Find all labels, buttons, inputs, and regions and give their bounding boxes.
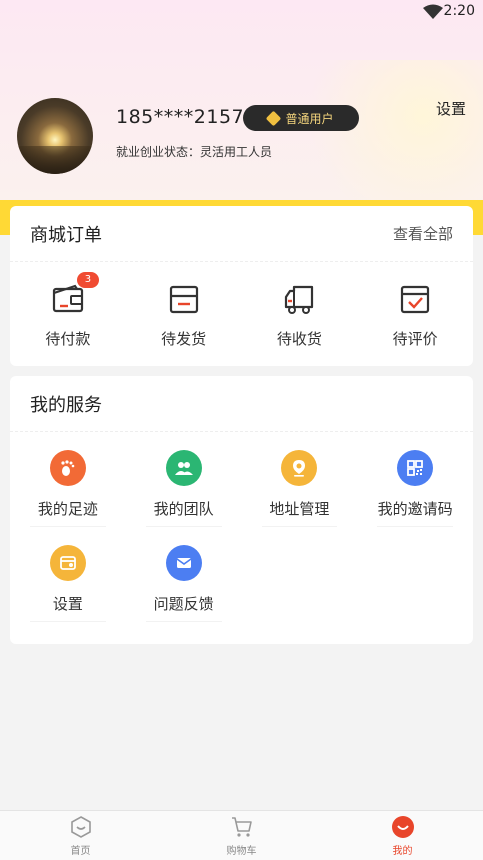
services-title: 我的服务: [30, 394, 102, 416]
tab-label: 我的: [392, 846, 413, 857]
status-bar: 2:20: [0, 0, 483, 24]
pending-payment-count: 3: [76, 272, 99, 288]
location-icon: [281, 450, 318, 486]
service-feedback[interactable]: 问题反馈: [126, 527, 242, 622]
truck-icon: [282, 282, 316, 316]
order-pending-review[interactable]: 待评价: [357, 262, 473, 364]
order-item-label: 待收货: [276, 330, 322, 348]
tab-label: 首页: [70, 846, 91, 857]
home-icon: [70, 816, 91, 838]
diamond-icon: [266, 110, 282, 126]
settings-link[interactable]: 设置: [436, 98, 466, 119]
order-item-label: 待评价: [392, 330, 438, 348]
user-level-badge: 普通用户: [243, 105, 359, 131]
review-box-icon: [398, 282, 432, 316]
footprint-icon: [49, 450, 86, 486]
tab-label: 购物车: [226, 846, 257, 857]
orders-header: 商城订单 查看全部: [10, 206, 473, 262]
service-address[interactable]: 地址管理: [242, 432, 358, 527]
cart-icon: [231, 817, 252, 837]
service-invite-code[interactable]: 我的邀请码: [357, 432, 473, 527]
profile-icon: [391, 816, 414, 838]
order-item-label: 待付款: [45, 330, 91, 348]
settings-icon: [49, 545, 86, 581]
tab-home[interactable]: 首页: [0, 811, 161, 860]
orders-card: 商城订单 查看全部 3 待付款 待发货 待收货 待评价: [10, 206, 473, 366]
services-card: 我的服务 我的足迹 我的团队 地址管理 我的邀请码 设置 问题反馈: [10, 376, 473, 644]
service-label: 设置: [52, 595, 83, 613]
service-label: 我的团队: [153, 500, 214, 518]
team-icon: [165, 450, 202, 486]
service-footprint[interactable]: 我的足迹: [10, 432, 126, 527]
tab-cart[interactable]: 购物车: [161, 811, 322, 860]
services-grid: 我的足迹 我的团队 地址管理 我的邀请码 设置 问题反馈: [10, 432, 473, 634]
service-label: 地址管理: [269, 500, 330, 518]
qrcode-icon: [397, 450, 434, 486]
order-pending-shipment[interactable]: 待发货: [126, 262, 242, 364]
mail-icon: [165, 545, 202, 581]
orders-title: 商城订单: [30, 224, 102, 246]
service-team[interactable]: 我的团队: [126, 432, 242, 527]
view-all-orders-link[interactable]: 查看全部: [393, 223, 453, 244]
order-status-row: 3 待付款 待发货 待收货 待评价: [10, 262, 473, 364]
order-item-label: 待发货: [161, 330, 207, 348]
user-level-label: 普通用户: [285, 111, 334, 126]
box-icon: [167, 282, 201, 316]
service-label: 我的邀请码: [377, 500, 453, 518]
bottom-tab-bar: 首页 购物车 我的: [0, 810, 483, 860]
service-label: 问题反馈: [153, 595, 214, 613]
user-phone: 185****2157: [116, 106, 245, 128]
wallet-icon: 3: [51, 272, 99, 316]
tab-profile[interactable]: 我的: [322, 811, 483, 860]
services-header: 我的服务: [10, 376, 473, 432]
order-pending-receipt[interactable]: 待收货: [242, 262, 358, 364]
employment-status: 就业创业状态：灵活用工人员: [116, 145, 273, 159]
wifi-icon: [423, 4, 443, 19]
service-settings[interactable]: 设置: [10, 527, 126, 622]
avatar[interactable]: [17, 98, 93, 174]
status-time: 2:20: [443, 3, 475, 19]
service-label: 我的足迹: [37, 500, 98, 518]
order-pending-payment[interactable]: 3 待付款: [10, 262, 126, 364]
